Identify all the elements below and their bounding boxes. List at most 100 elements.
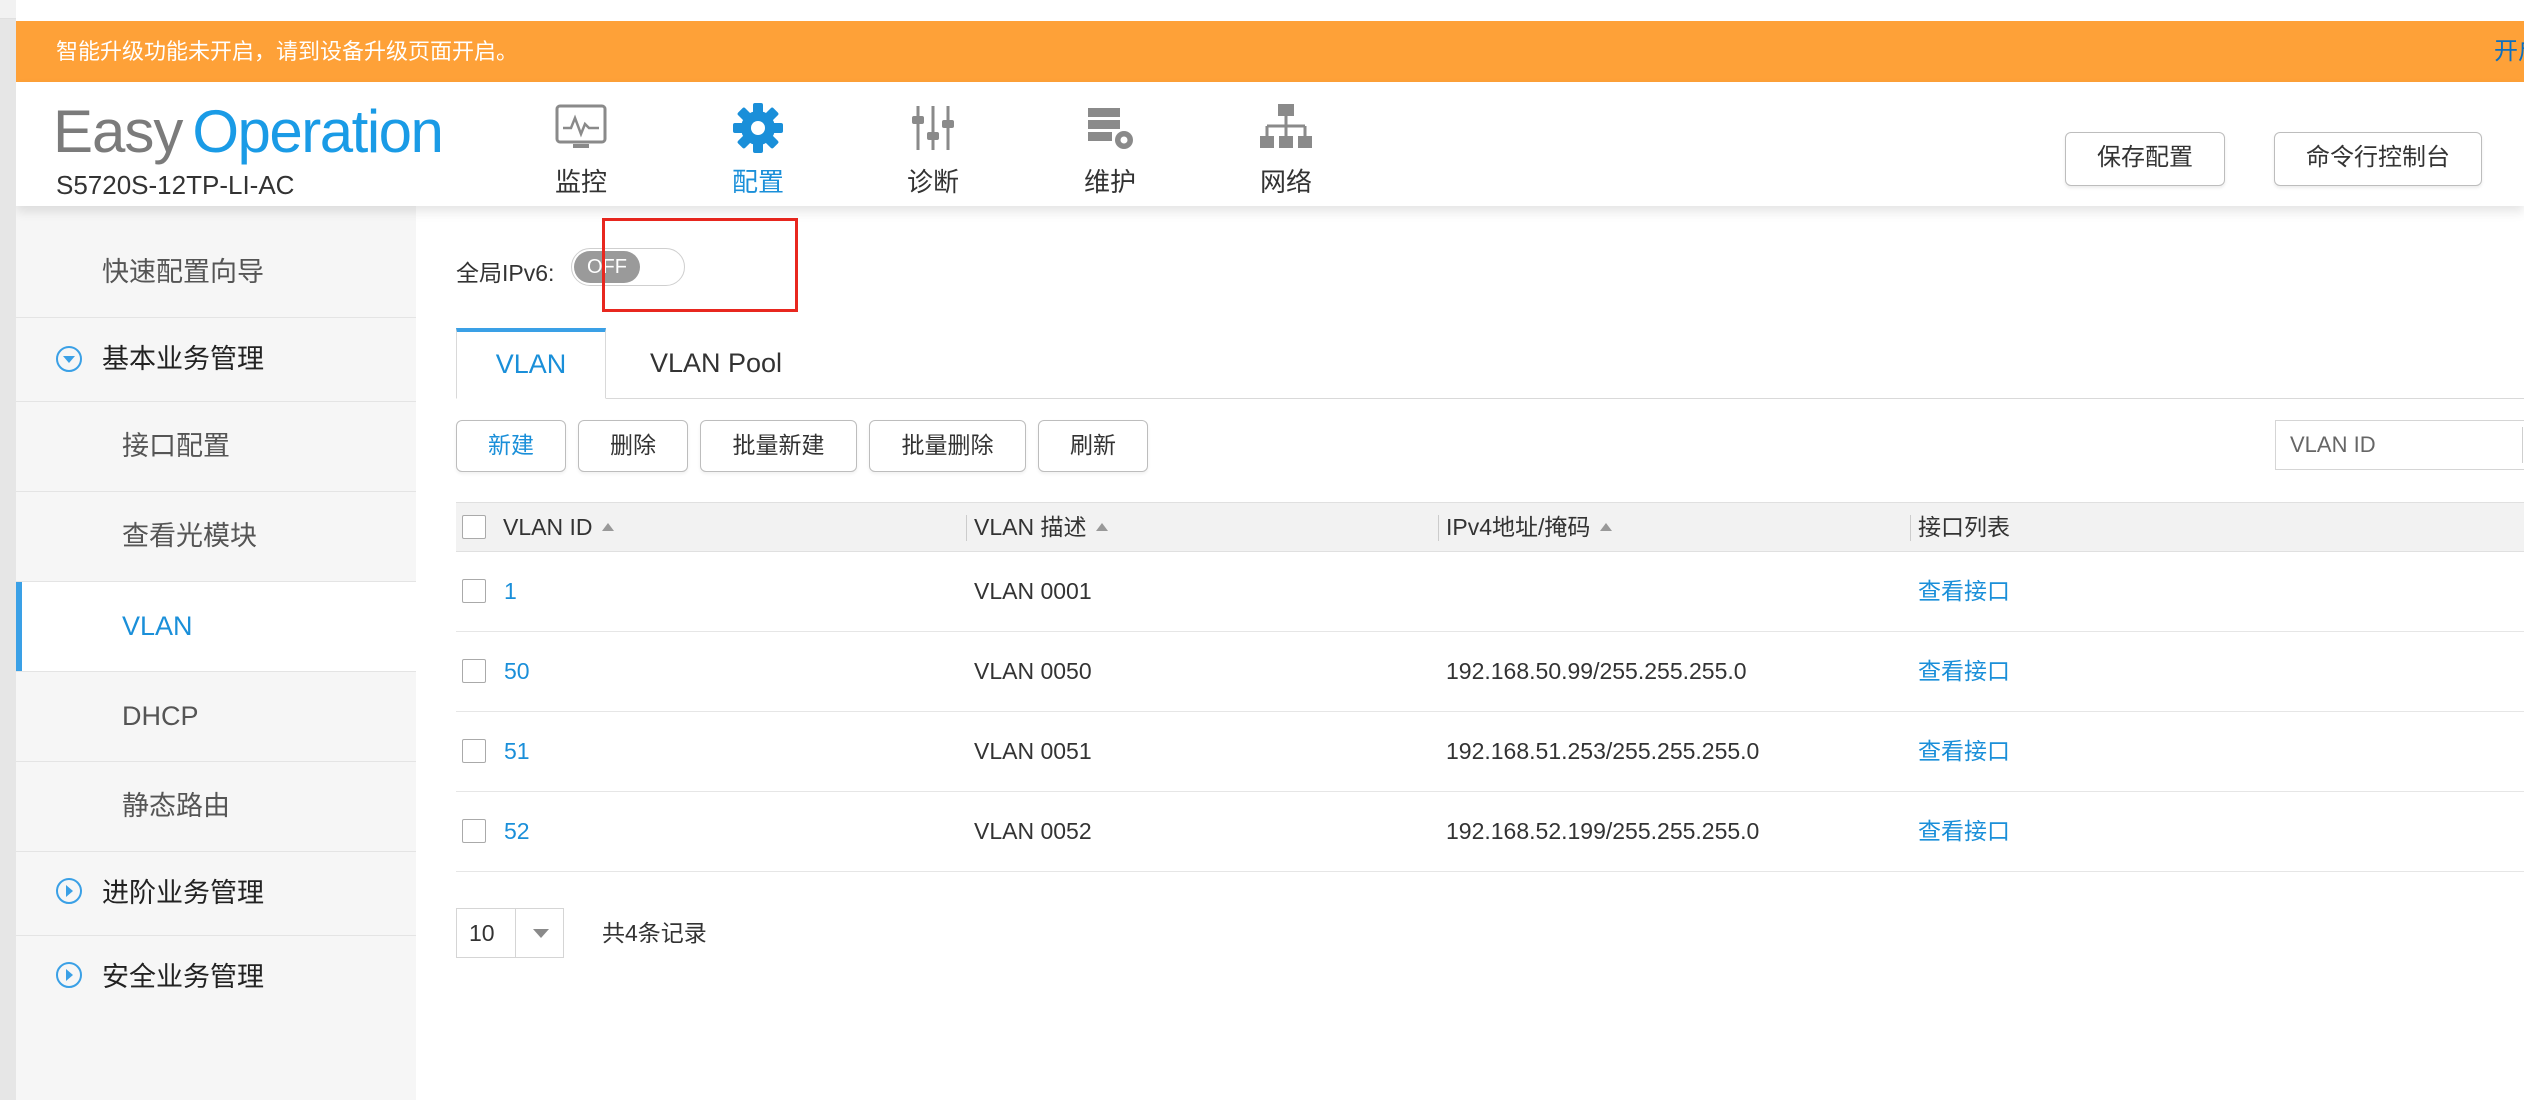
delete-button[interactable]: 删除	[578, 420, 688, 472]
app-frame: 智能升级功能未开启，请到设备升级页面开启。 开启 EasyOperation S…	[16, 0, 2524, 1100]
batch-new-button[interactable]: 批量新建	[700, 420, 857, 472]
nav-config[interactable]: 配置	[688, 102, 828, 197]
device-model: S5720S-12TP-LI-AC	[56, 170, 295, 200]
ipv4-cell: 192.168.51.253/255.255.255.0	[1446, 738, 1760, 764]
sidebar: 快速配置向导 基本业务管理 接口配置 查看光模块 VLAN DHCP 静态路由 …	[16, 206, 416, 1100]
sidebar-item-label: VLAN	[122, 611, 193, 641]
tab-vlan-pool[interactable]: VLAN Pool	[606, 328, 826, 398]
table-row: 1 VLAN 0001 查看接口	[456, 551, 2524, 632]
cli-console-button[interactable]: 命令行控制台	[2274, 132, 2482, 186]
main-content: 全局IPv6: OFF VLAN VLAN Pool 新建 删除 批量新建 批量…	[416, 206, 2524, 1100]
refresh-button[interactable]: 刷新	[1038, 420, 1148, 472]
nav-monitor-label: 监控	[554, 167, 607, 197]
vlan-desc-cell: VLAN 0052	[974, 818, 1092, 844]
sidebar-item-label: 接口配置	[122, 431, 230, 461]
table-row: 51 VLAN 0051 192.168.51.253/255.255.255.…	[456, 711, 2524, 792]
highlight-box	[602, 218, 798, 312]
sliders-icon	[912, 106, 954, 150]
ipv4-cell: 192.168.50.99/255.255.255.0	[1446, 658, 1747, 684]
tab-bar: VLAN VLAN Pool	[456, 328, 2524, 399]
sidebar-item-label: 快速配置向导	[102, 257, 264, 287]
sidebar-item-label: 安全业务管理	[102, 962, 264, 992]
nav-network[interactable]: 网络	[1216, 102, 1356, 197]
search-placeholder: VLAN ID	[2290, 432, 2376, 457]
column-ipv4[interactable]: IPv4地址/掩码	[1446, 503, 1613, 551]
tab-vlan[interactable]: VLAN	[456, 328, 606, 399]
row-checkbox[interactable]	[462, 579, 486, 603]
banner-text: 智能升级功能未开启，请到设备升级页面开启。	[56, 39, 519, 64]
expand-right-icon	[56, 962, 82, 988]
new-button[interactable]: 新建	[456, 420, 566, 472]
sidebar-item-label: 基本业务管理	[102, 344, 264, 374]
sidebar-item-label: 查看光模块	[122, 521, 257, 551]
sidebar-item-label: 静态路由	[122, 791, 230, 821]
nav-maintain[interactable]: 维护	[1040, 102, 1180, 197]
view-interfaces-link[interactable]: 查看接口	[1918, 631, 2010, 711]
column-vlan-desc[interactable]: VLAN 描述	[974, 503, 1109, 551]
sidebar-group-basic[interactable]: 基本业务管理	[16, 318, 416, 402]
vlan-id-link[interactable]: 50	[504, 631, 530, 711]
sidebar-group-security[interactable]: 安全业务管理	[16, 936, 416, 1019]
view-interfaces-link[interactable]: 查看接口	[1918, 711, 2010, 791]
sidebar-item-label: 进阶业务管理	[102, 878, 264, 908]
vlan-desc-cell: VLAN 0051	[974, 738, 1092, 764]
nav-maintain-label: 维护	[1083, 167, 1136, 197]
sidebar-item-quick-wizard[interactable]: 快速配置向导	[16, 228, 416, 318]
expand-down-icon	[56, 346, 82, 372]
easy-operation-logo: Easy Operation	[53, 102, 444, 162]
gear-icon	[733, 103, 783, 153]
sort-asc-icon	[1096, 522, 1109, 531]
monitor-icon	[555, 104, 607, 148]
sidebar-item-interface-config[interactable]: 接口配置	[16, 402, 416, 492]
row-checkbox[interactable]	[462, 739, 486, 763]
view-interfaces-link[interactable]: 查看接口	[1918, 551, 2010, 631]
select-divider	[515, 909, 516, 957]
ipv6-label: 全局IPv6:	[456, 260, 555, 286]
sidebar-item-vlan[interactable]: VLAN	[16, 582, 416, 672]
save-config-button[interactable]: 保存配置	[2065, 132, 2225, 186]
column-divider	[966, 515, 967, 541]
banner-enable-link[interactable]: 开启	[2494, 21, 2524, 82]
sidebar-item-static-route[interactable]: 静态路由	[16, 762, 416, 852]
sidebar-item-optical-module[interactable]: 查看光模块	[16, 492, 416, 582]
row-checkbox[interactable]	[462, 819, 486, 843]
nav-diagnose[interactable]: 诊断	[863, 102, 1003, 197]
select-all-checkbox[interactable]	[462, 515, 486, 539]
column-vlan-id[interactable]: VLAN ID	[503, 503, 615, 551]
chevron-down-icon	[533, 929, 549, 938]
column-ipv4-label: IPv4地址/掩码	[1446, 514, 1591, 540]
page-size-select[interactable]: 10	[456, 908, 564, 958]
network-topology-icon	[1260, 104, 1312, 148]
table-row: 52 VLAN 0052 192.168.52.199/255.255.255.…	[456, 791, 2524, 872]
sidebar-item-dhcp[interactable]: DHCP	[16, 672, 416, 762]
table-row: 50 VLAN 0050 192.168.50.99/255.255.255.0…	[456, 631, 2524, 712]
logo-operation-text: Operation	[192, 98, 444, 165]
ipv4-cell: 192.168.52.199/255.255.255.0	[1446, 818, 1760, 844]
view-interfaces-link[interactable]: 查看接口	[1918, 791, 2010, 871]
column-vlan-desc-label: VLAN 描述	[974, 514, 1087, 540]
vlan-desc-cell: VLAN 0001	[974, 578, 1092, 604]
app-header: Easy Operation S5720S-12TP-LI-AC 监控 配置 诊…	[16, 82, 2524, 206]
sort-asc-icon	[602, 522, 615, 531]
row-checkbox[interactable]	[462, 659, 486, 683]
search-divider	[2522, 427, 2523, 463]
sort-asc-icon	[1600, 522, 1613, 531]
nav-diagnose-label: 诊断	[906, 167, 959, 197]
vlan-id-link[interactable]: 1	[504, 551, 517, 631]
nav-config-label: 配置	[731, 167, 784, 197]
sidebar-group-advanced[interactable]: 进阶业务管理	[16, 852, 416, 936]
page-size-value: 10	[469, 920, 495, 946]
upgrade-notice-banner: 智能升级功能未开启，请到设备升级页面开启。 开启	[16, 21, 2524, 82]
expand-right-icon	[56, 878, 82, 904]
column-vlan-id-label: VLAN ID	[503, 514, 593, 540]
vlan-id-search-input[interactable]: VLAN ID	[2275, 420, 2524, 470]
batch-delete-button[interactable]: 批量删除	[869, 420, 1026, 472]
logo-easy-text: Easy	[53, 98, 183, 165]
nav-monitor[interactable]: 监控	[511, 102, 651, 197]
vlan-id-link[interactable]: 51	[504, 711, 530, 791]
table-header: VLAN ID VLAN 描述 IPv4地址/掩码 接口列表	[456, 502, 2524, 552]
sidebar-item-label: DHCP	[122, 701, 199, 731]
nav-network-label: 网络	[1259, 167, 1312, 197]
vlan-id-link[interactable]: 52	[504, 791, 530, 871]
total-records: 共4条记录	[602, 920, 707, 946]
